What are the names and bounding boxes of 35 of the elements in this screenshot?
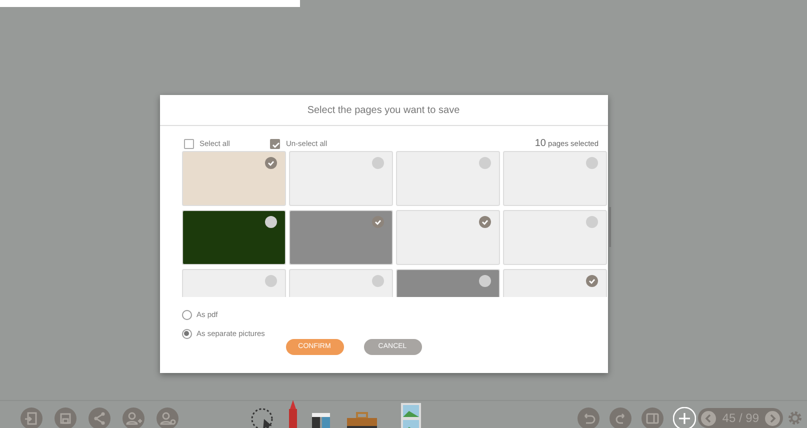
- briefcase-icon[interactable]: [346, 411, 378, 428]
- selected-count: 10: [534, 138, 546, 149]
- select-indicator[interactable]: [264, 157, 276, 169]
- exit-icon[interactable]: [20, 406, 43, 428]
- user-settings-icon[interactable]: [156, 406, 179, 428]
- screen-icon[interactable]: [641, 406, 664, 428]
- share-icon[interactable]: [88, 406, 111, 428]
- select-indicator[interactable]: [586, 275, 598, 287]
- dialog-title: Select the pages you want to save: [307, 104, 460, 118]
- select-indicator[interactable]: [264, 216, 276, 228]
- page-thumbnail[interactable]: [288, 210, 392, 265]
- next-page-icon[interactable]: [765, 410, 780, 426]
- settings-icon[interactable]: [787, 410, 803, 426]
- select-all-checkbox[interactable]: [184, 138, 194, 148]
- unselect-all-checkbox[interactable]: [270, 138, 280, 148]
- page-thumbnail[interactable]: [502, 151, 606, 206]
- redo-icon[interactable]: [609, 406, 632, 428]
- page-thumbnail[interactable]: [288, 151, 392, 206]
- select-indicator[interactable]: [478, 216, 490, 228]
- undo-icon[interactable]: [577, 406, 600, 428]
- add-user-icon[interactable]: [122, 406, 145, 428]
- pen-icon[interactable]: [286, 400, 300, 428]
- add-icon[interactable]: [673, 406, 696, 428]
- page-thumbnail[interactable]: [502, 210, 606, 265]
- scrollbar-thumb[interactable]: [608, 207, 610, 247]
- page-thumbnail[interactable]: [182, 210, 286, 265]
- select-indicator[interactable]: [372, 216, 384, 228]
- page-thumbnail[interactable]: [396, 151, 500, 206]
- page-thumbnail[interactable]: [396, 210, 500, 265]
- save-icon[interactable]: [54, 406, 77, 428]
- pictures-icon[interactable]: [400, 401, 422, 428]
- radio-button[interactable]: [182, 328, 192, 338]
- previous-page-icon[interactable]: [701, 410, 716, 426]
- page-thumbnail[interactable]: [182, 151, 286, 206]
- radio-button[interactable]: [182, 310, 192, 320]
